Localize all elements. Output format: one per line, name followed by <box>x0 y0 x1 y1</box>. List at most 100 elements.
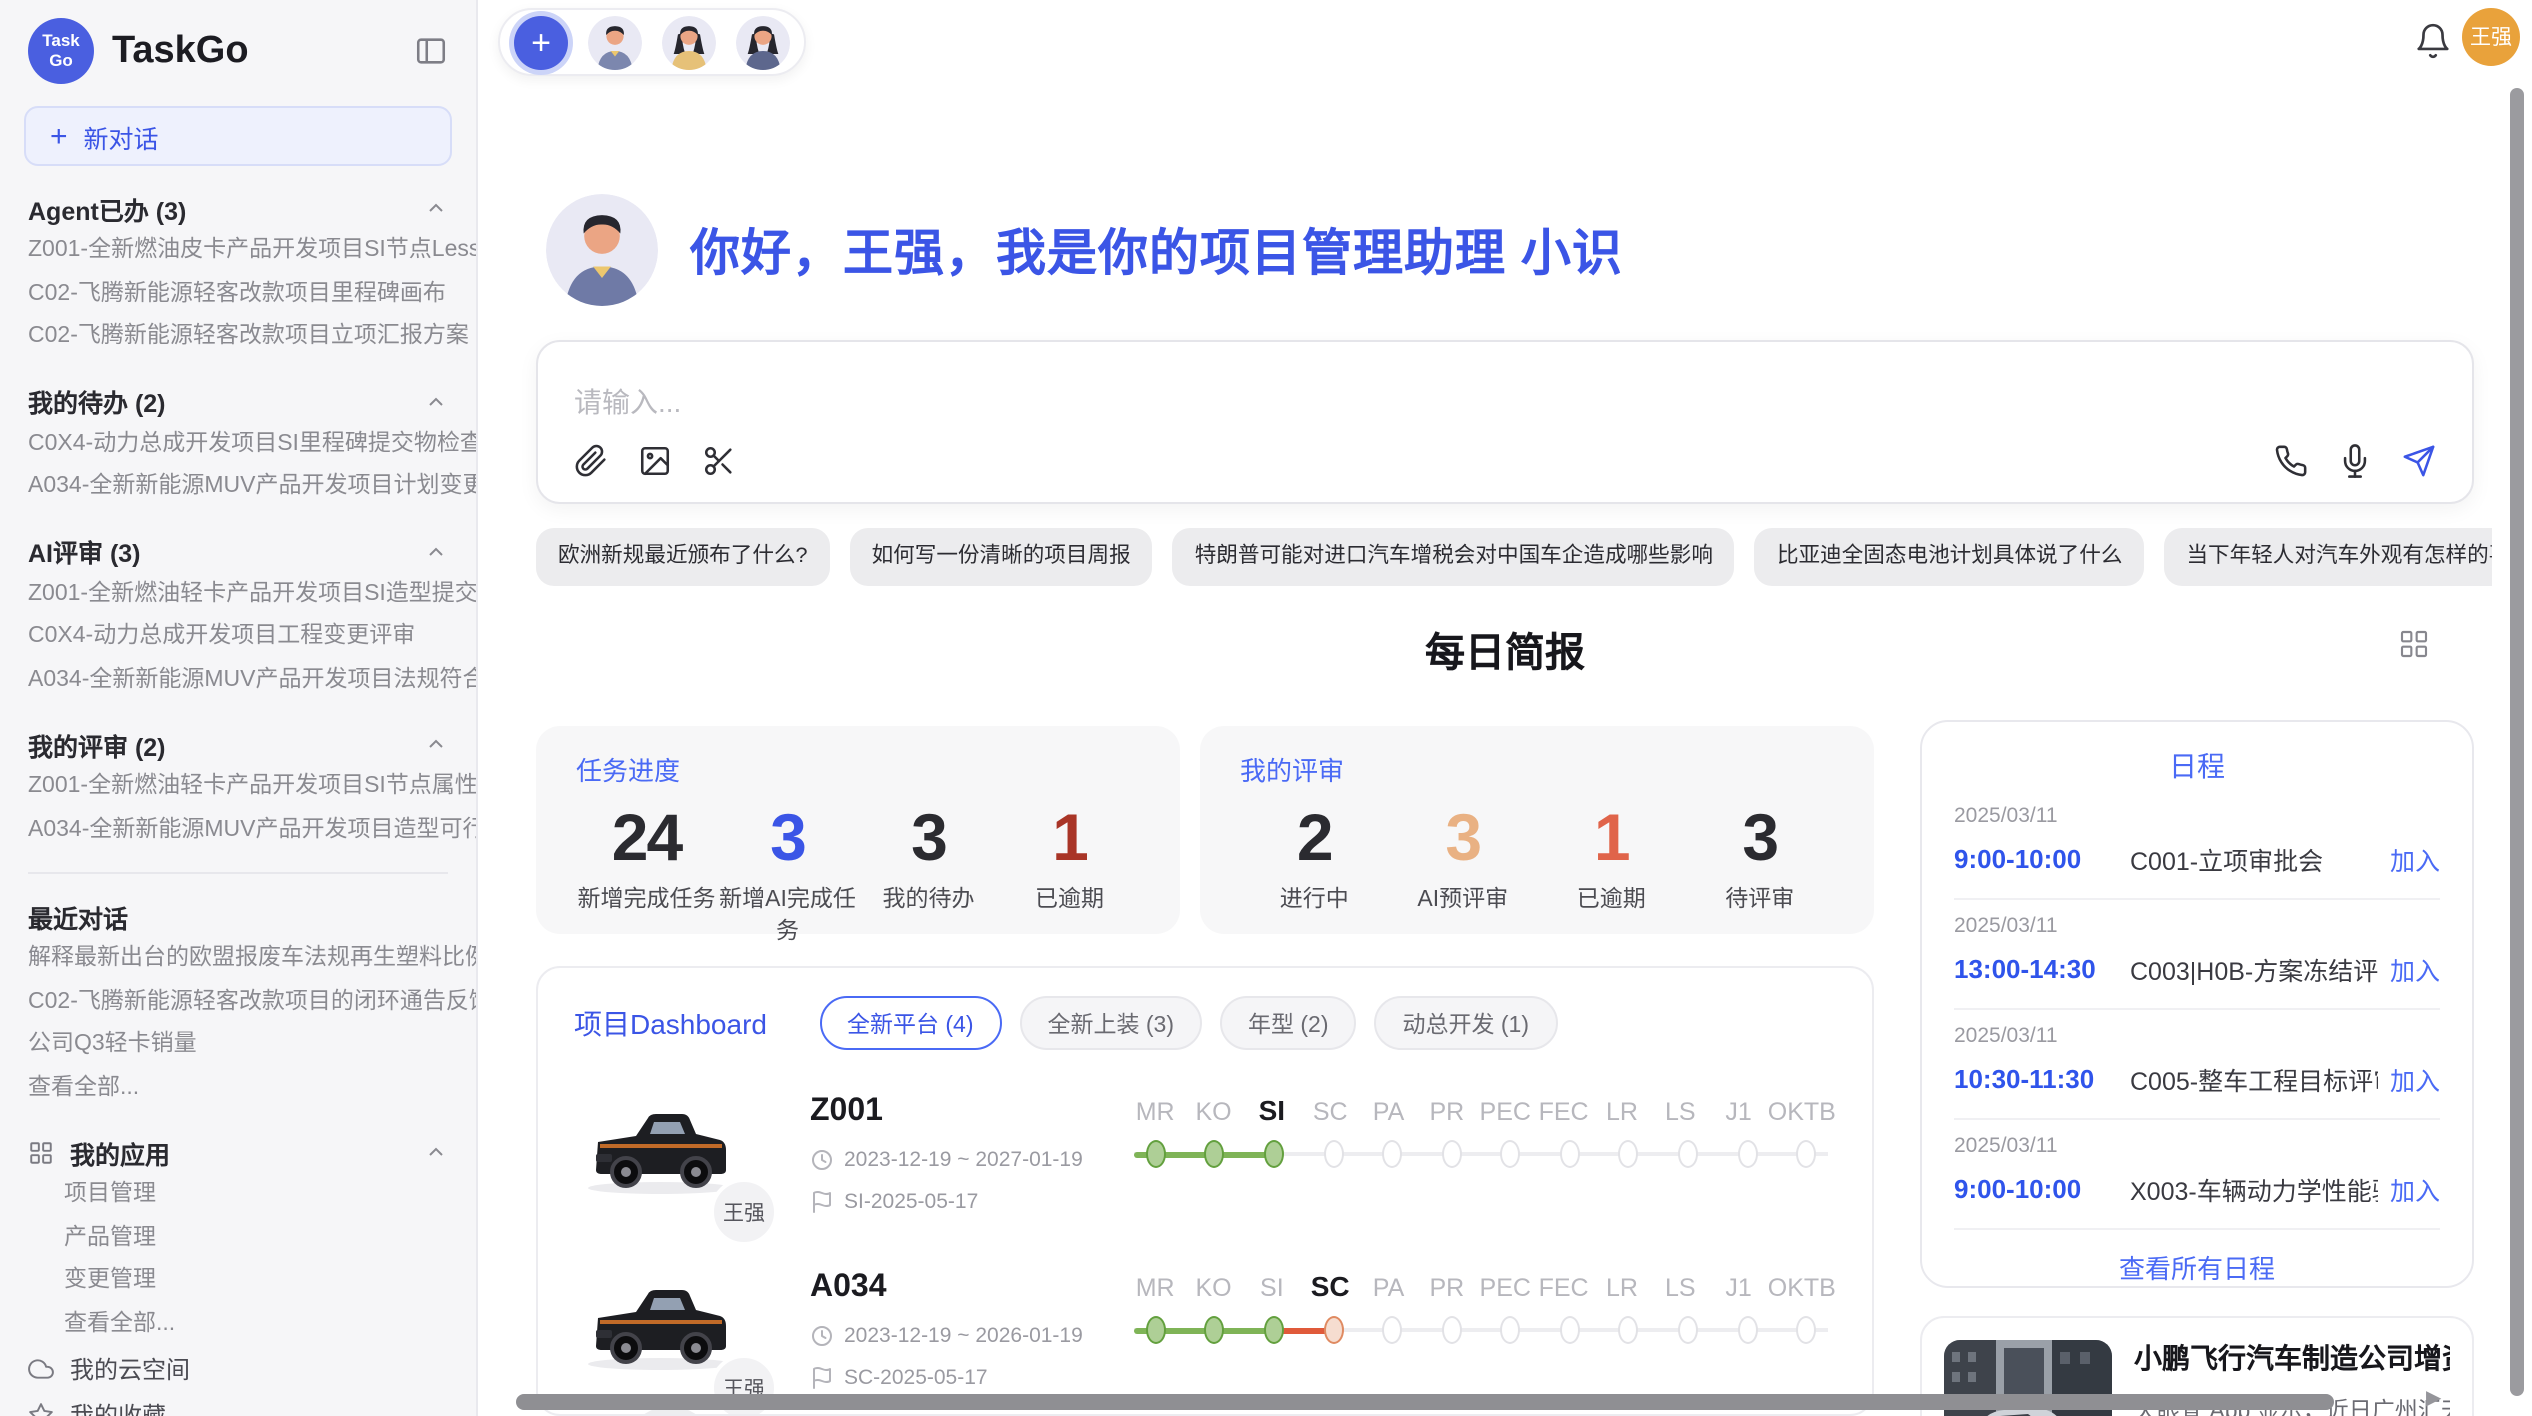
image-icon[interactable] <box>638 444 672 478</box>
milestone-label: FEC <box>1534 1098 1592 1126</box>
notifications-bell-icon[interactable] <box>2414 22 2452 60</box>
suggestion-chip[interactable]: 当下年轻人对汽车外观有怎样的喜好趋势 <box>2164 528 2492 586</box>
milestone-label: KO <box>1184 1274 1242 1302</box>
suggestion-chip[interactable]: 比亚迪全固态电池计划具体说了什么 <box>1755 528 2145 586</box>
sidebar-item-cloud-space[interactable]: 我的云空间 <box>0 1346 476 1392</box>
conversation-avatar[interactable] <box>588 15 642 69</box>
view-all-schedule-link[interactable]: 查看所有日程 <box>1954 1230 2440 1286</box>
sidebar-item-favorites[interactable]: 我的收藏 <box>0 1392 476 1416</box>
event-date: 2025/03/11 <box>1954 804 2440 828</box>
project-car: 王强 <box>574 1094 766 1214</box>
phone-icon[interactable] <box>2274 444 2308 478</box>
new-chat-label: 新对话 <box>84 117 159 155</box>
project-row[interactable]: 王强 Z0012023-12-19 ~ 2027-01-19SI-2025-05-… <box>574 1094 1836 1214</box>
milestone-dot <box>1796 1140 1816 1168</box>
stat-label: 已逾期 <box>999 882 1140 914</box>
add-conversation-button[interactable]: + <box>514 15 568 69</box>
stat-label: 已逾期 <box>1537 882 1686 914</box>
my-apps-section-header[interactable]: 我的应用 <box>0 1130 476 1174</box>
stat-value: 3 <box>1389 800 1538 876</box>
dashboard-filter[interactable]: 动总开发 (1) <box>1375 996 1558 1050</box>
join-meeting-link[interactable]: 加入 <box>2390 1060 2440 1098</box>
stat-item: 3待评审 <box>1686 800 1835 914</box>
scissors-icon[interactable] <box>702 444 736 478</box>
milestone-label: LR <box>1593 1098 1651 1126</box>
app-item-project-mgmt[interactable]: 项目管理 <box>0 1174 476 1217</box>
sidebar-task-item[interactable]: C02-飞腾新能源轻客改款项目立项汇报方案 <box>0 316 476 359</box>
dashboard-filter[interactable]: 全新上装 (3) <box>1020 996 1203 1050</box>
view-all-conversations-link[interactable]: 查看全部... <box>0 1067 476 1110</box>
greeting-text: 你好，王强，我是你的项目管理助理 小识 <box>690 214 1623 286</box>
sidebar-section-header[interactable]: 我的评审 (2) <box>0 722 476 766</box>
suggestion-chip[interactable]: 如何写一份清晰的项目周报 <box>850 528 1153 586</box>
dashboard-title: 项目Dashboard <box>574 1003 767 1043</box>
dashboard-filter[interactable]: 全新平台 (4) <box>819 996 1002 1050</box>
conversation-switcher: + <box>498 8 806 76</box>
recent-conversation-item[interactable]: 公司Q3轻卡销量 <box>0 1024 476 1067</box>
milestone-dot <box>1264 1140 1284 1168</box>
app-logo: Task Go <box>28 18 94 84</box>
sidebar-task-item[interactable]: C02-飞腾新能源轻客改款项目里程碑画布 <box>0 273 476 316</box>
join-meeting-link[interactable]: 加入 <box>2390 950 2440 988</box>
stat-label: AI预评审 <box>1389 882 1538 914</box>
sidebar-task-item[interactable]: A034-全新新能源MUV产品开发项目计划变更表编写 <box>0 466 476 509</box>
conversation-avatar[interactable] <box>662 15 716 69</box>
suggestion-chip[interactable]: 特朗普可能对进口汽车增税会对中国车企造成哪些影响 <box>1173 528 1735 586</box>
sidebar-collapse-icon[interactable] <box>414 34 448 68</box>
app-root: Task Go TaskGo + 新对话 Agent已办 (3)Z001-全新燃… <box>0 0 2532 1416</box>
suggestion-chip[interactable]: 欧洲新规最近颁布了什么? <box>536 528 830 586</box>
scroll-right-arrow[interactable]: ▶ <box>2426 1388 2441 1410</box>
person-avatar-illustration <box>588 15 642 69</box>
sidebar-header: Task Go TaskGo <box>0 0 476 90</box>
user-avatar[interactable]: 王强 <box>2462 8 2520 66</box>
logo-text-bottom: Go <box>49 51 73 70</box>
event-name: C005-整车工程目标评审 <box>2130 1060 2378 1098</box>
sidebar-task-item[interactable]: Z001-全新燃油轻卡产品开发项目SI造型提交物评审 <box>0 573 476 616</box>
send-icon[interactable] <box>2402 444 2436 478</box>
sidebar-task-item[interactable]: Z001-全新燃油轻卡产品开发项目SI节点属性5D文件评审 <box>0 766 476 809</box>
stat-label: 进行中 <box>1240 882 1389 914</box>
new-chat-button[interactable]: + 新对话 <box>24 106 452 166</box>
milestone-dot <box>1205 1316 1225 1344</box>
attach-icon[interactable] <box>574 444 608 478</box>
mic-icon[interactable] <box>2338 444 2372 478</box>
sidebar: Task Go TaskGo + 新对话 Agent已办 (3)Z001-全新燃… <box>0 0 478 1416</box>
dashboard-filter[interactable]: 年型 (2) <box>1220 996 1357 1050</box>
app-item-change-mgmt[interactable]: 变更管理 <box>0 1260 476 1303</box>
join-meeting-link[interactable]: 加入 <box>2390 1170 2440 1208</box>
sidebar-task-item[interactable]: C0X4-动力总成开发项目SI里程碑提交物检查 <box>0 423 476 466</box>
sidebar-section-header[interactable]: AI评审 (3) <box>0 529 476 573</box>
project-info: A0342023-12-19 ~ 2026-01-19SC-2025-05-17 <box>810 1270 1126 1390</box>
recent-section-header[interactable]: 最近对话 <box>0 894 476 938</box>
project-info: Z0012023-12-19 ~ 2027-01-19SI-2025-05-17 <box>810 1094 1126 1214</box>
news-title: 小鹏飞行汽车制造公司增资 <box>2134 1340 2450 1378</box>
sidebar-task-item[interactable]: A034-全新新能源MUV产品开发项目造型可行性评审 <box>0 809 476 852</box>
project-row[interactable]: 王强A0342023-12-19 ~ 2026-01-19SC-2025-05-… <box>574 1270 1836 1390</box>
sidebar-task-item[interactable]: C0X4-动力总成开发项目工程变更评审 <box>0 616 476 659</box>
project-dashboard-card: 项目Dashboard 全新平台 (4) 全新上装 (3) 年型 (2) 动总开发 (… <box>536 966 1874 1416</box>
sidebar-task-item[interactable]: A034-全新新能源MUV产品开发项目法规符合性评审 <box>0 659 476 702</box>
schedule-event: 2025/03/119:00-10:00C001-立项审批会加入 <box>1954 790 2440 900</box>
section-title: 我的评审 (2) <box>28 725 166 763</box>
layout-grid-icon[interactable] <box>2398 628 2430 660</box>
conversation-avatar[interactable] <box>736 15 790 69</box>
milestone-label: J1 <box>1709 1098 1767 1126</box>
event-time: 9:00-10:00 <box>1954 844 2118 874</box>
stat-value: 1 <box>1537 800 1686 876</box>
recent-conversation-item[interactable]: 解释最新出台的欧盟报废车法规再生塑料比例被调至15%... <box>0 938 476 981</box>
recent-conversation-item[interactable]: C02-飞腾新能源轻客改款项目的闭环通告反馈情况 <box>0 981 476 1024</box>
stat-item: 3新增AI完成任务 <box>717 800 858 946</box>
sidebar-task-item[interactable]: Z001-全新燃油皮卡产品开发项目SI节点Lesson Learn报告 <box>0 230 476 273</box>
owner-badge: 王强 <box>710 1178 778 1246</box>
app-item-product-mgmt[interactable]: 产品管理 <box>0 1217 476 1260</box>
vertical-scrollbar[interactable] <box>2510 88 2524 1396</box>
sidebar-section-header[interactable]: 我的待办 (2) <box>0 379 476 423</box>
milestone-label: FEC <box>1534 1274 1592 1302</box>
horizontal-scrollbar[interactable] <box>516 1394 2334 1410</box>
view-all-apps-link[interactable]: 查看全部... <box>0 1303 476 1346</box>
sidebar-section-header[interactable]: Agent已办 (3) <box>0 186 476 230</box>
join-meeting-link[interactable]: 加入 <box>2390 840 2440 878</box>
milestone-label: PA <box>1359 1274 1417 1302</box>
chat-input[interactable]: 请输入... <box>536 340 2474 504</box>
assistant-avatar <box>546 194 658 306</box>
